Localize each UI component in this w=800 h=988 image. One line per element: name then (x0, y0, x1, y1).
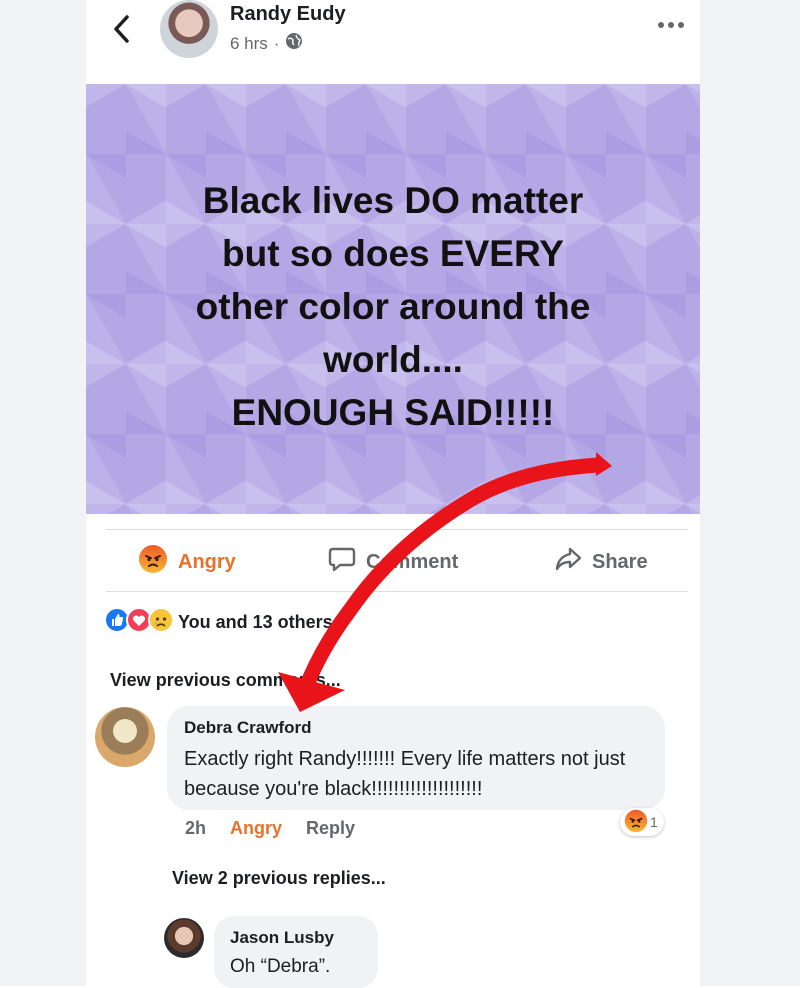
comment-time[interactable]: 2h (185, 818, 206, 839)
comment-reaction-badge[interactable]: 1 (620, 808, 664, 836)
post-image-text: Black lives DO matter but so does EVERY … (195, 180, 591, 433)
comment-reply-button[interactable]: Reply (306, 818, 355, 839)
left-gutter (0, 0, 86, 986)
comment-label: Comment (366, 550, 459, 573)
sad-icon (148, 606, 174, 638)
view-previous-replies-link[interactable]: View 2 previous replies... (172, 868, 386, 889)
divider-bottom (106, 591, 688, 592)
comment-react-button[interactable]: Angry (230, 818, 282, 839)
reaction-summary[interactable]: You and 13 others (104, 606, 333, 638)
reaction-summary-text: You and 13 others (178, 611, 333, 632)
view-previous-comments-link[interactable]: View previous comments... (110, 670, 341, 691)
meta-separator: · (273, 33, 280, 53)
angry-icon (624, 809, 648, 836)
back-chevron-icon[interactable] (108, 12, 138, 46)
comment-reaction-count: 1 (650, 814, 658, 830)
comment-bubble[interactable]: Debra Crawford Exactly right Randy!!!!!!… (167, 706, 665, 810)
reply-author[interactable]: Jason Lusby (230, 928, 334, 948)
comment-author[interactable]: Debra Crawford (184, 718, 312, 738)
comment-button[interactable]: Comment (328, 546, 458, 578)
author-avatar[interactable] (160, 0, 218, 58)
post-image[interactable]: Black lives DO matter but so does EVERY … (86, 84, 700, 514)
angry-icon (138, 544, 168, 580)
comment-icon (328, 545, 356, 579)
divider-top (106, 529, 688, 530)
comment-text: Exactly right Randy!!!!!!! Every life ma… (184, 748, 626, 800)
post-author-name[interactable]: Randy Eudy (230, 3, 346, 26)
post-time[interactable]: 6 hrs (230, 34, 268, 54)
globe-icon (285, 32, 303, 55)
share-icon (554, 545, 582, 579)
reply-text: Oh “Debra”. (230, 956, 331, 977)
share-label: Share (592, 550, 648, 573)
post-meta: 6 hrs · (230, 32, 303, 55)
right-gutter (700, 0, 800, 986)
share-button[interactable]: Share (554, 546, 648, 578)
react-label: Angry (178, 550, 236, 573)
react-angry-button[interactable]: Angry (138, 544, 236, 580)
replier-avatar[interactable] (164, 918, 204, 958)
comment-meta: 2h Angry Reply (185, 818, 355, 839)
commenter-avatar[interactable] (95, 707, 155, 767)
more-options-icon[interactable] (656, 18, 686, 30)
reply-bubble[interactable]: Jason Lusby Oh “Debra”. (214, 916, 378, 988)
